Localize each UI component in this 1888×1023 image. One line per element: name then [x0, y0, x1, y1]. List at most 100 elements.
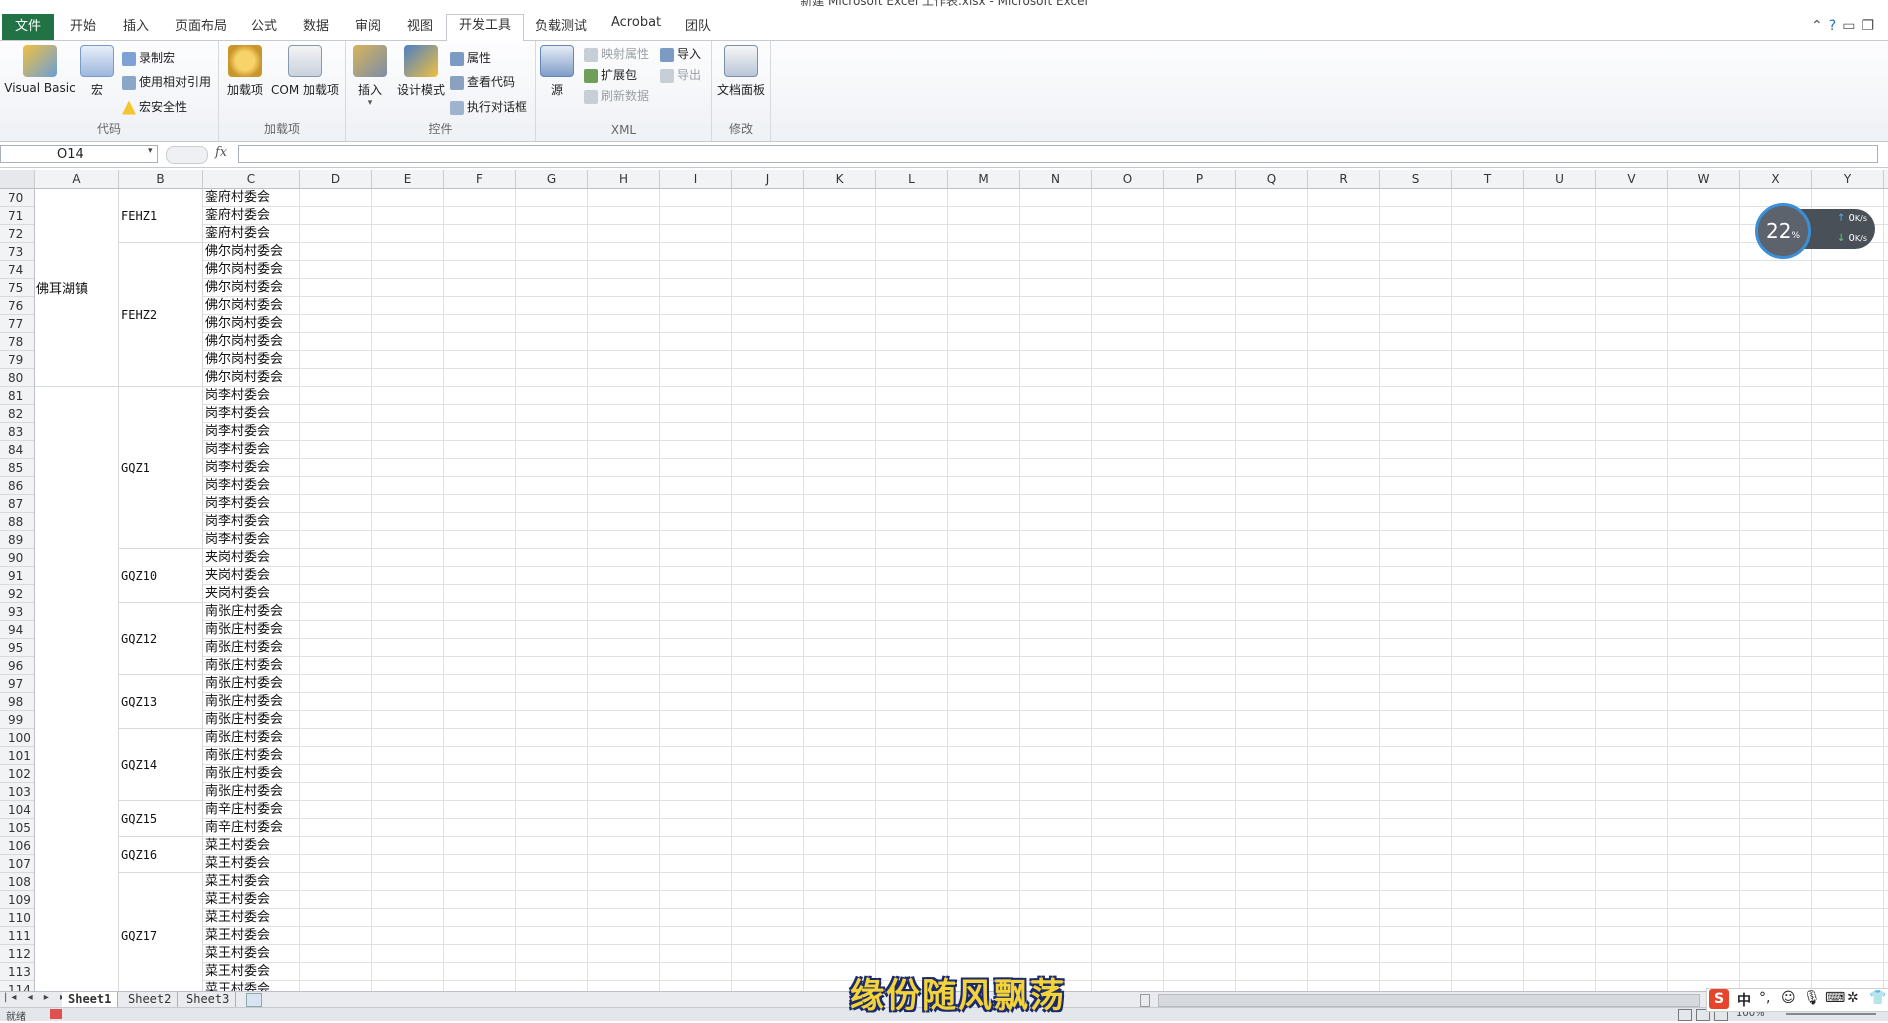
row-header[interactable]: 78	[0, 333, 34, 351]
view-code-button[interactable]: 查看代码	[450, 73, 515, 90]
row-header[interactable]: 70	[0, 189, 34, 207]
map-properties-button[interactable]: 映射属性	[584, 45, 649, 62]
row-header[interactable]: 104	[0, 801, 34, 819]
new-sheet-icon[interactable]	[246, 993, 262, 1007]
expansion-packs-button[interactable]: 扩展包	[584, 66, 637, 83]
worksheet-grid[interactable]: 佛耳湖镇 FEHZ1 FEHZ2 GQZ1 GQZ10 GQZ12 GQZ13 GQZ14 GQ…	[35, 189, 1888, 991]
column-header-o[interactable]: O	[1092, 170, 1164, 188]
visual-basic-button[interactable]: Visual Basic	[4, 45, 76, 95]
cell-c[interactable]: 岗李村委会	[205, 459, 270, 477]
xml-export-button[interactable]: 导出	[660, 66, 701, 83]
column-header-b[interactable]: B	[119, 170, 203, 188]
tab-formulas[interactable]: 公式	[251, 15, 277, 34]
row-header[interactable]: 105	[0, 819, 34, 837]
cell-c[interactable]: 銮府村委会	[205, 189, 270, 207]
ime-punctuation-icon[interactable]: °,	[1759, 990, 1770, 1006]
cell-b-merged[interactable]: GQZ1	[119, 387, 203, 549]
cell-c[interactable]: 菜王村委会	[205, 909, 270, 927]
cell-c[interactable]: 南辛庄村委会	[205, 819, 283, 837]
column-header-t[interactable]: T	[1452, 170, 1524, 188]
row-header[interactable]: 84	[0, 441, 34, 459]
cell-c[interactable]: 佛尔岗村委会	[205, 369, 283, 387]
cell-c[interactable]: 岗李村委会	[205, 405, 270, 423]
cell-c[interactable]: 菜王村委会	[205, 963, 270, 981]
cell-b-merged[interactable]: FEHZ1	[119, 189, 203, 243]
row-header[interactable]: 76	[0, 297, 34, 315]
cell-c[interactable]: 佛尔岗村委会	[205, 315, 283, 333]
cell-b-merged[interactable]: FEHZ2	[119, 243, 203, 387]
row-header[interactable]: 71	[0, 207, 34, 225]
cell-c[interactable]: 菜王村委会	[205, 873, 270, 891]
row-header[interactable]: 112	[0, 945, 34, 963]
column-header-y[interactable]: Y	[1812, 170, 1884, 188]
zoom-slider[interactable]	[1786, 1013, 1876, 1015]
column-header-r[interactable]: R	[1308, 170, 1380, 188]
cell-c[interactable]: 南张庄村委会	[205, 765, 283, 783]
row-header[interactable]: 75	[0, 279, 34, 297]
row-header[interactable]: 89	[0, 531, 34, 549]
column-header-e[interactable]: E	[372, 170, 444, 188]
cell-c[interactable]: 夹岗村委会	[205, 549, 270, 567]
ime-emoji-icon[interactable]: ☺	[1781, 990, 1796, 1006]
column-header-v[interactable]: V	[1596, 170, 1668, 188]
column-header-h[interactable]: H	[588, 170, 660, 188]
cell-c[interactable]: 夹岗村委会	[205, 567, 270, 585]
row-header[interactable]: 83	[0, 423, 34, 441]
insert-control-button[interactable]: 插入 ▾	[350, 45, 390, 108]
row-header[interactable]: 103	[0, 783, 34, 801]
row-header[interactable]: 85	[0, 459, 34, 477]
cell-c[interactable]: 岗李村委会	[205, 477, 270, 495]
row-header[interactable]: 97	[0, 675, 34, 693]
tab-home[interactable]: 开始	[70, 15, 96, 34]
column-header-u[interactable]: U	[1524, 170, 1596, 188]
row-header[interactable]: 92	[0, 585, 34, 603]
cell-c[interactable]: 菜王村委会	[205, 837, 270, 855]
row-header[interactable]: 90	[0, 549, 34, 567]
document-panel-button[interactable]: 文档面板	[716, 45, 766, 98]
ime-tools-icon[interactable]: 👕	[1869, 990, 1886, 1006]
row-header[interactable]: 99	[0, 711, 34, 729]
cell-c[interactable]: 南张庄村委会	[205, 711, 283, 729]
addins-button[interactable]: 加载项	[225, 45, 265, 98]
row-header[interactable]: 93	[0, 603, 34, 621]
row-header[interactable]: 98	[0, 693, 34, 711]
column-header-a[interactable]: A	[35, 170, 119, 188]
cell-c[interactable]: 岗李村委会	[205, 531, 270, 549]
row-header[interactable]: 80	[0, 369, 34, 387]
row-header[interactable]: 101	[0, 747, 34, 765]
cell-c[interactable]: 銮府村委会	[205, 225, 270, 243]
cell-b-merged[interactable]: GQZ17	[119, 873, 203, 991]
column-header-i[interactable]: I	[660, 170, 732, 188]
tab-developer[interactable]: 开发工具	[446, 14, 525, 42]
restore-icon[interactable]: ❐	[1861, 18, 1880, 34]
cell-c[interactable]: 菜王村委会	[205, 891, 270, 909]
cell-b-merged[interactable]: GQZ10	[119, 549, 203, 603]
cell-a-merged[interactable]: 佛耳湖镇	[35, 189, 119, 387]
record-macro-button[interactable]: 录制宏	[122, 49, 175, 66]
cell-c[interactable]: 岗李村委会	[205, 387, 270, 405]
macros-button[interactable]: 宏	[80, 45, 114, 98]
column-header-g[interactable]: G	[516, 170, 588, 188]
cell-c[interactable]: 佛尔岗村委会	[205, 351, 283, 369]
ribbon-collapse-icon[interactable]: ⌃	[1811, 18, 1829, 34]
minimize-icon[interactable]: ▭	[1842, 18, 1861, 34]
ime-mode-icon[interactable]: 中	[1737, 990, 1751, 1010]
row-header[interactable]: 96	[0, 657, 34, 675]
name-box-dropdown-icon[interactable]: ▾	[148, 146, 153, 156]
row-header[interactable]: 100	[0, 729, 34, 747]
row-header[interactable]: 72	[0, 225, 34, 243]
column-header-n[interactable]: N	[1020, 170, 1092, 188]
refresh-data-button[interactable]: 刷新数据	[584, 87, 649, 104]
row-header[interactable]: 77	[0, 315, 34, 333]
column-header-w[interactable]: W	[1668, 170, 1740, 188]
cell-c[interactable]: 佛尔岗村委会	[205, 333, 283, 351]
cell-c[interactable]: 菜王村委会	[205, 945, 270, 963]
sheet-tab-2[interactable]: Sheet2	[122, 992, 179, 1007]
com-addins-button[interactable]: COM 加载项	[269, 45, 341, 98]
column-header-q[interactable]: Q	[1236, 170, 1308, 188]
row-header[interactable]: 108	[0, 873, 34, 891]
cell-c[interactable]: 南张庄村委会	[205, 747, 283, 765]
column-header-f[interactable]: F	[444, 170, 516, 188]
tab-split-handle[interactable]	[1140, 994, 1150, 1007]
tab-page-layout[interactable]: 页面布局	[175, 15, 227, 34]
